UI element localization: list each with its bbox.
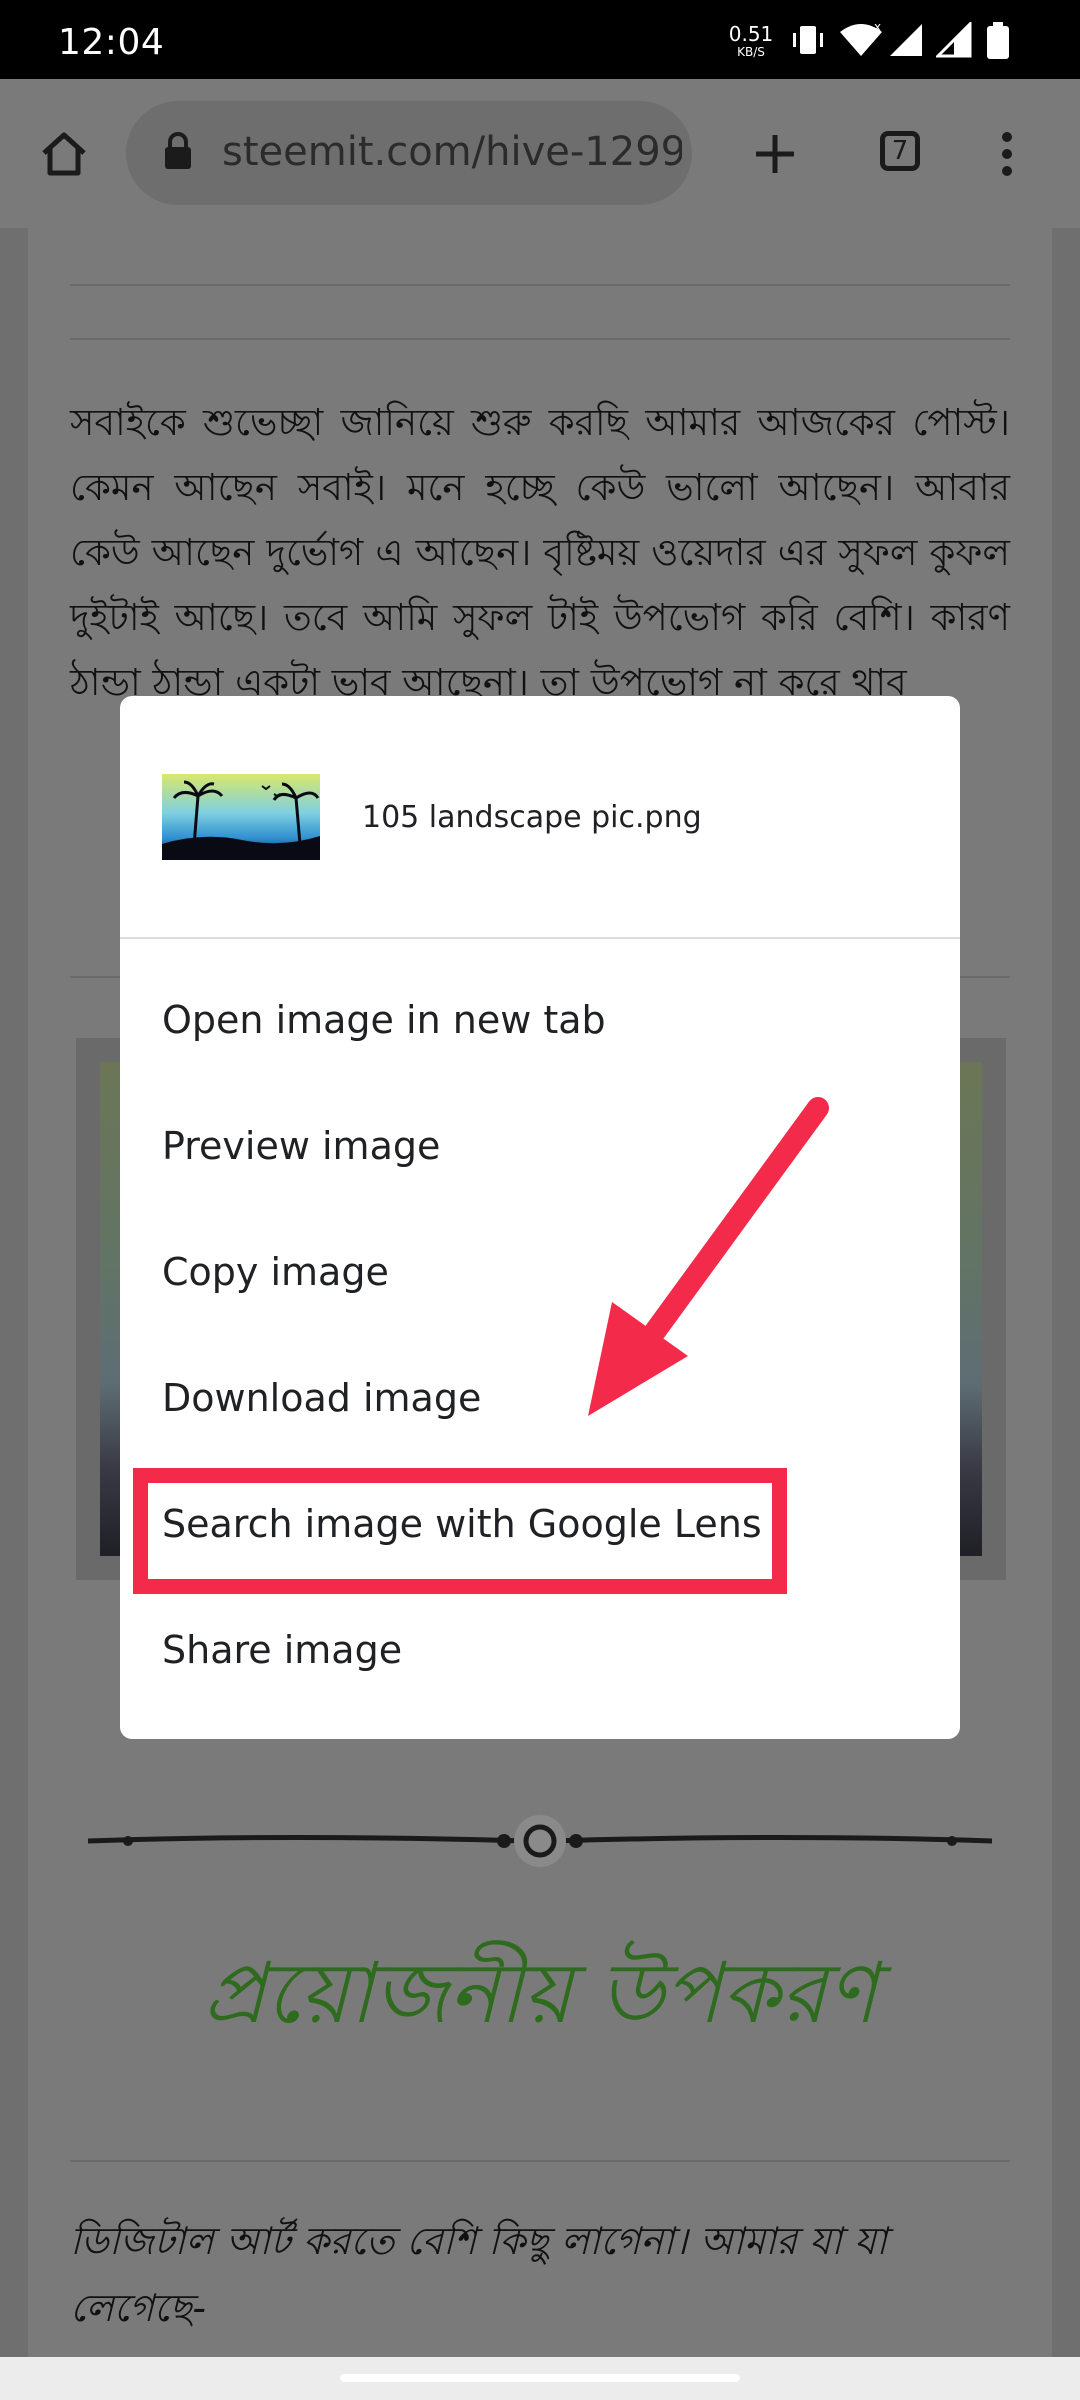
- dialog-divider: [120, 937, 960, 939]
- lock-icon: [165, 132, 191, 169]
- status-time: 12:04: [58, 22, 165, 63]
- signal-icon-1: [890, 24, 922, 56]
- annotation-arrow-icon: [588, 1097, 829, 1416]
- home-icon[interactable]: [40, 131, 88, 177]
- battery-icon: [987, 22, 1009, 59]
- image-filename: 105 landscape pic.png: [362, 800, 702, 835]
- highlight-box: [133, 1468, 787, 1594]
- menu-download-image[interactable]: Download image: [162, 1376, 481, 1420]
- url-bar[interactable]: steemit.com/hive-129948: [126, 101, 692, 205]
- article-paragraph: সবাইকে শুভেচ্ছা জানিয়ে শুরু করছি আমার আ…: [70, 401, 1010, 704]
- section-heading: প্রয়োজনীয় উপকরণ: [202, 1944, 877, 2042]
- menu-open-image-new-tab[interactable]: Open image in new tab: [162, 998, 606, 1042]
- divider: [70, 2160, 1010, 2162]
- ornament-divider: [88, 1815, 992, 1867]
- menu-preview-image[interactable]: Preview image: [162, 1124, 440, 1168]
- article-italic-paragraph: ডিজিটাল আর্ট করতে বেশি কিছু লাগেনা। আমার…: [70, 2219, 888, 2330]
- menu-copy-image[interactable]: Copy image: [162, 1250, 389, 1294]
- more-options-icon[interactable]: [996, 131, 1018, 177]
- tab-switcher-button[interactable]: 7: [880, 131, 920, 171]
- signal-icon-2: [936, 22, 972, 58]
- new-tab-icon[interactable]: [752, 131, 798, 177]
- navigation-bar: [0, 2357, 1080, 2400]
- vibrate-icon: [793, 26, 823, 54]
- divider: [70, 338, 1010, 340]
- network-speed-unit: KB/S: [737, 45, 765, 59]
- browser-toolbar: steemit.com/hive-129948 7: [0, 79, 1080, 228]
- gesture-handle[interactable]: [340, 2374, 740, 2382]
- svg-text:x: x: [874, 22, 881, 34]
- wifi-icon: x: [840, 22, 882, 56]
- status-bar: 12:04 0.51 KB/S x: [0, 0, 1080, 79]
- divider: [70, 284, 1010, 286]
- network-speed: 0.51 KB/S: [728, 24, 774, 58]
- image-thumbnail: [162, 774, 320, 860]
- network-speed-value: 0.51: [728, 22, 774, 46]
- url-text: steemit.com/hive-129948: [222, 129, 682, 175]
- menu-share-image[interactable]: Share image: [162, 1628, 402, 1672]
